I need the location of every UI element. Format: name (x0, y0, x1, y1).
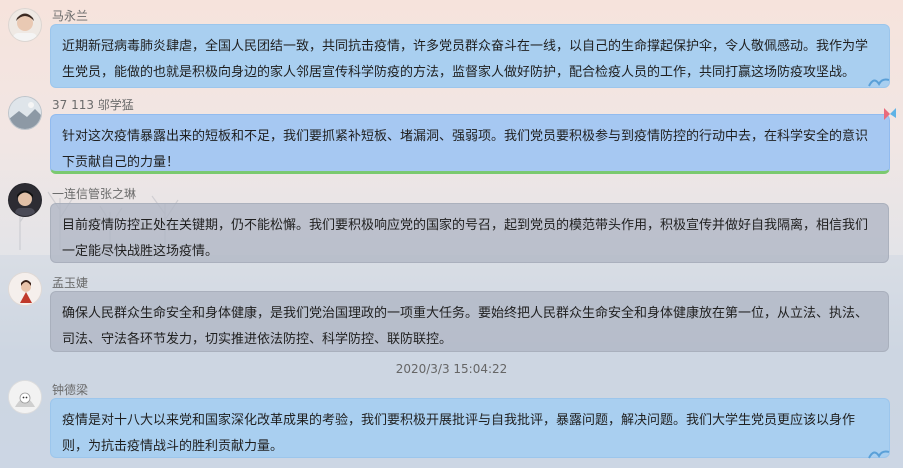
wave-decoration-icon (868, 78, 890, 87)
pinwheel-decoration-icon (884, 108, 896, 120)
avatar[interactable] (8, 380, 42, 414)
sender-name: 钟德梁 (52, 383, 89, 397)
message-bubble[interactable]: 近期新冠病毒肺炎肆虐，全国人民团结一致，共同抗击疫情，许多党员群众奋斗在一线，以… (50, 24, 890, 88)
avatar-portrait-icon (9, 184, 41, 216)
message-text: 目前疫情防控正处在关键期，仍不能松懈。我们要积极响应党的国家的号召，起到党员的模… (62, 218, 869, 259)
message-text: 疫情是对十八大以来党和国家深化改革成果的考验，我们要积极开展批评与自我批评，暴露… (62, 413, 856, 454)
avatar[interactable] (8, 8, 42, 42)
message-text: 针对这次疫情暴露出来的短板和不足，我们要抓紧补短板、堵漏洞、强弱项。我们党员要积… (62, 129, 869, 170)
avatar[interactable] (8, 96, 42, 130)
wave-decoration-icon (868, 450, 890, 459)
message-bubble[interactable]: 疫情是对十八大以来党和国家深化改革成果的考验，我们要积极开展批评与自我批评，暴露… (50, 398, 890, 458)
avatar[interactable] (8, 272, 42, 306)
sender-name: 孟玉婕 (52, 276, 89, 290)
sender-name: 马永兰 (52, 9, 89, 23)
message-text: 近期新冠病毒肺炎肆虐，全国人民团结一致，共同抗击疫情，许多党员群众奋斗在一线，以… (62, 39, 869, 80)
chat-timestamp: 2020/3/3 15:04:22 (395, 362, 508, 376)
avatar[interactable] (8, 183, 42, 217)
avatar-portrait-icon (9, 273, 41, 305)
message-text: 确保人民群众生命安全和身体健康，是我们党治国理政的一项重大任务。要始终把人民群众… (62, 306, 869, 347)
avatar-portrait-icon (13, 13, 37, 41)
message-bubble[interactable]: 针对这次疫情暴露出来的短板和不足，我们要抓紧补短板、堵漏洞、强弱项。我们党员要积… (50, 114, 890, 174)
sender-name: 37 113 邬学猛 (52, 98, 134, 112)
message-bubble[interactable]: 确保人民群众生命安全和身体健康，是我们党治国理政的一项重大任务。要始终把人民群众… (50, 291, 889, 352)
sender-name: 一连信管张之琳 (52, 187, 137, 201)
avatar-cartoon-icon (9, 381, 41, 413)
avatar-landscape-icon (9, 97, 41, 129)
message-bubble[interactable]: 目前疫情防控正处在关键期，仍不能松懈。我们要积极响应党的国家的号召，起到党员的模… (50, 203, 889, 263)
